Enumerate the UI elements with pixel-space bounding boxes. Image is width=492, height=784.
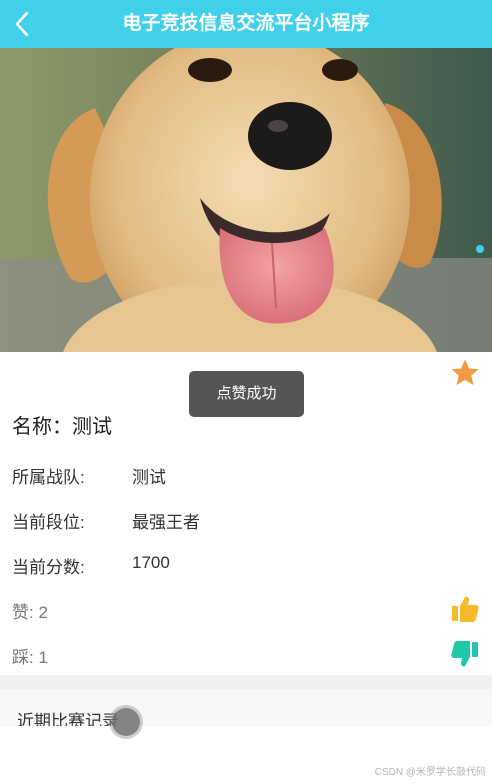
- carousel-indicator[interactable]: [476, 245, 484, 253]
- records-title: 近期比赛记录: [17, 712, 119, 726]
- team-value: 测试: [132, 468, 166, 487]
- toast-message: 点赞成功: [189, 371, 304, 417]
- recent-records-section: 近期比赛记录: [0, 689, 492, 726]
- dislike-value: 1: [38, 648, 48, 667]
- thumbs-up-icon[interactable]: [450, 594, 480, 624]
- header-bar: 电子竞技信息交流平台小程序: [0, 0, 492, 48]
- like-value: 2: [38, 603, 48, 622]
- section-divider: [0, 675, 492, 689]
- score-value: 1700: [132, 553, 170, 572]
- watermark: CSDN @米罗学长敲代码: [374, 767, 486, 778]
- rank-label: 当前段位:: [12, 513, 85, 532]
- item-name: 名称：测试: [12, 410, 112, 439]
- page-title: 电子竞技信息交流平台小程序: [122, 13, 370, 34]
- like-count: 赞: 2: [12, 598, 48, 623]
- rank-value: 最强王者: [132, 513, 200, 532]
- detail-page: 电子竞技信息交流平台小程序 点赞成功 名称：测试 所属战队: 测试 当前段位: …: [0, 0, 492, 784]
- dislike-count: 踩: 1: [12, 643, 48, 668]
- like-label: 赞:: [12, 603, 34, 622]
- banner-carousel[interactable]: [0, 48, 492, 352]
- thumbs-down-icon[interactable]: [450, 639, 480, 669]
- name-label: 名称：: [12, 416, 72, 438]
- dog-photo: [0, 48, 492, 352]
- touch-indicator: [112, 708, 140, 736]
- dislike-label: 踩:: [12, 648, 34, 667]
- name-value: 测试: [72, 416, 112, 438]
- score-label: 当前分数:: [12, 558, 85, 577]
- star-icon[interactable]: [450, 358, 480, 388]
- team-label: 所属战队:: [12, 468, 85, 487]
